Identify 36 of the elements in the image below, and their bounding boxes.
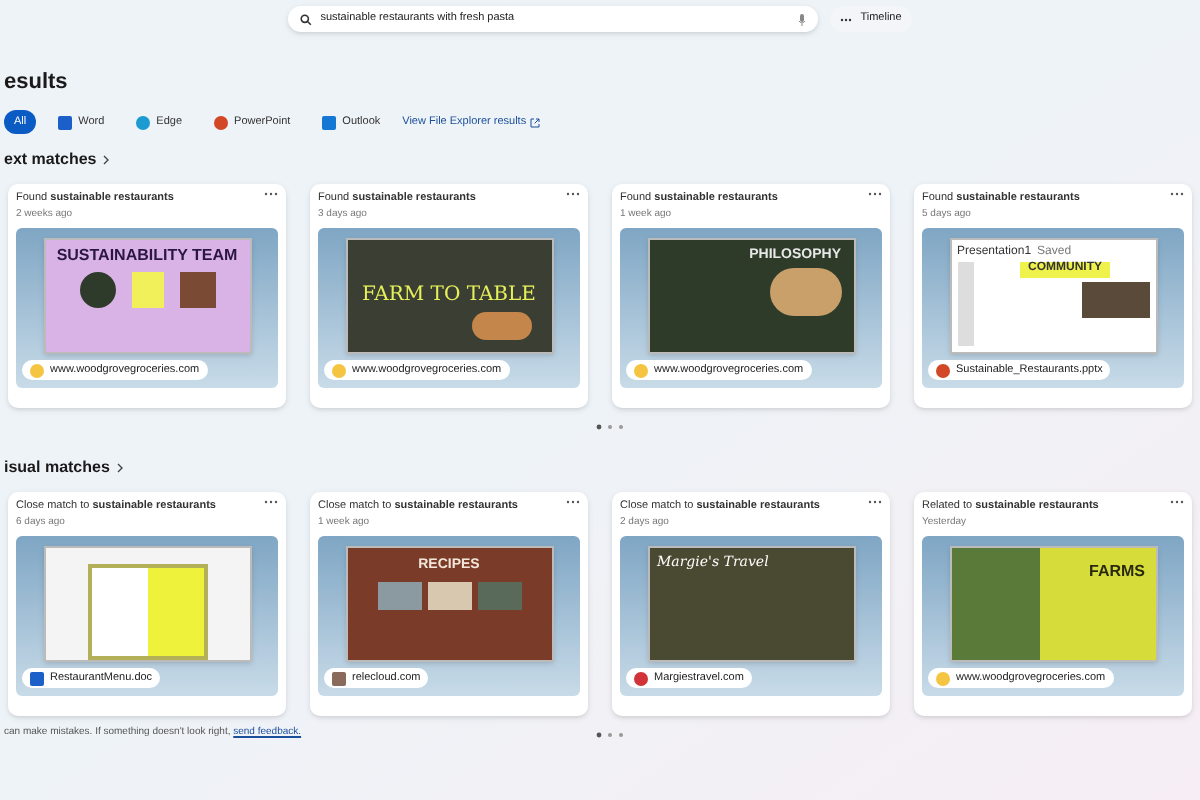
pager-dots-icon bbox=[596, 731, 624, 737]
section-heading[interactable]: isual matches bbox=[4, 460, 110, 476]
photo-placeholder bbox=[179, 272, 215, 309]
photo-placeholder bbox=[427, 582, 471, 611]
word-app-icon bbox=[58, 115, 73, 129]
edge-app-icon bbox=[136, 115, 151, 129]
chevron-right-icon[interactable] bbox=[115, 462, 124, 474]
web-app-icon bbox=[30, 363, 44, 377]
chevron-right-icon[interactable] bbox=[102, 154, 111, 166]
travel-app-icon bbox=[634, 671, 648, 685]
search-icon bbox=[300, 13, 313, 25]
external-link-icon bbox=[530, 117, 541, 127]
word-app-icon bbox=[30, 671, 44, 685]
photo-placeholder bbox=[377, 582, 421, 611]
section-heading[interactable]: ext matches bbox=[4, 152, 97, 168]
slide-title: FARMS bbox=[1089, 564, 1145, 585]
photo-placeholder bbox=[131, 272, 163, 309]
web-app-icon bbox=[936, 671, 950, 685]
web-app-icon bbox=[332, 363, 346, 377]
photo-placeholder bbox=[1081, 281, 1149, 318]
photo-placeholder bbox=[79, 272, 115, 309]
outlook-app-icon bbox=[322, 115, 337, 129]
web-app-icon bbox=[634, 363, 648, 377]
results-heading: esults bbox=[4, 72, 70, 94]
photo-placeholder bbox=[951, 548, 1039, 661]
powerpoint-app-icon bbox=[936, 363, 950, 377]
microphone-icon[interactable] bbox=[798, 13, 807, 25]
photo-placeholder bbox=[471, 312, 531, 341]
pager-dots-icon bbox=[596, 423, 624, 429]
photo-placeholder bbox=[477, 582, 521, 611]
site-app-icon bbox=[332, 671, 346, 685]
photo-placeholder bbox=[769, 268, 841, 317]
slide-thumbnails bbox=[957, 262, 973, 347]
slide-title: FARM TO TABLE bbox=[362, 286, 536, 307]
powerpoint-app-icon bbox=[214, 115, 229, 129]
slide-title: SUSTAINABILITY TEAM bbox=[56, 248, 238, 265]
